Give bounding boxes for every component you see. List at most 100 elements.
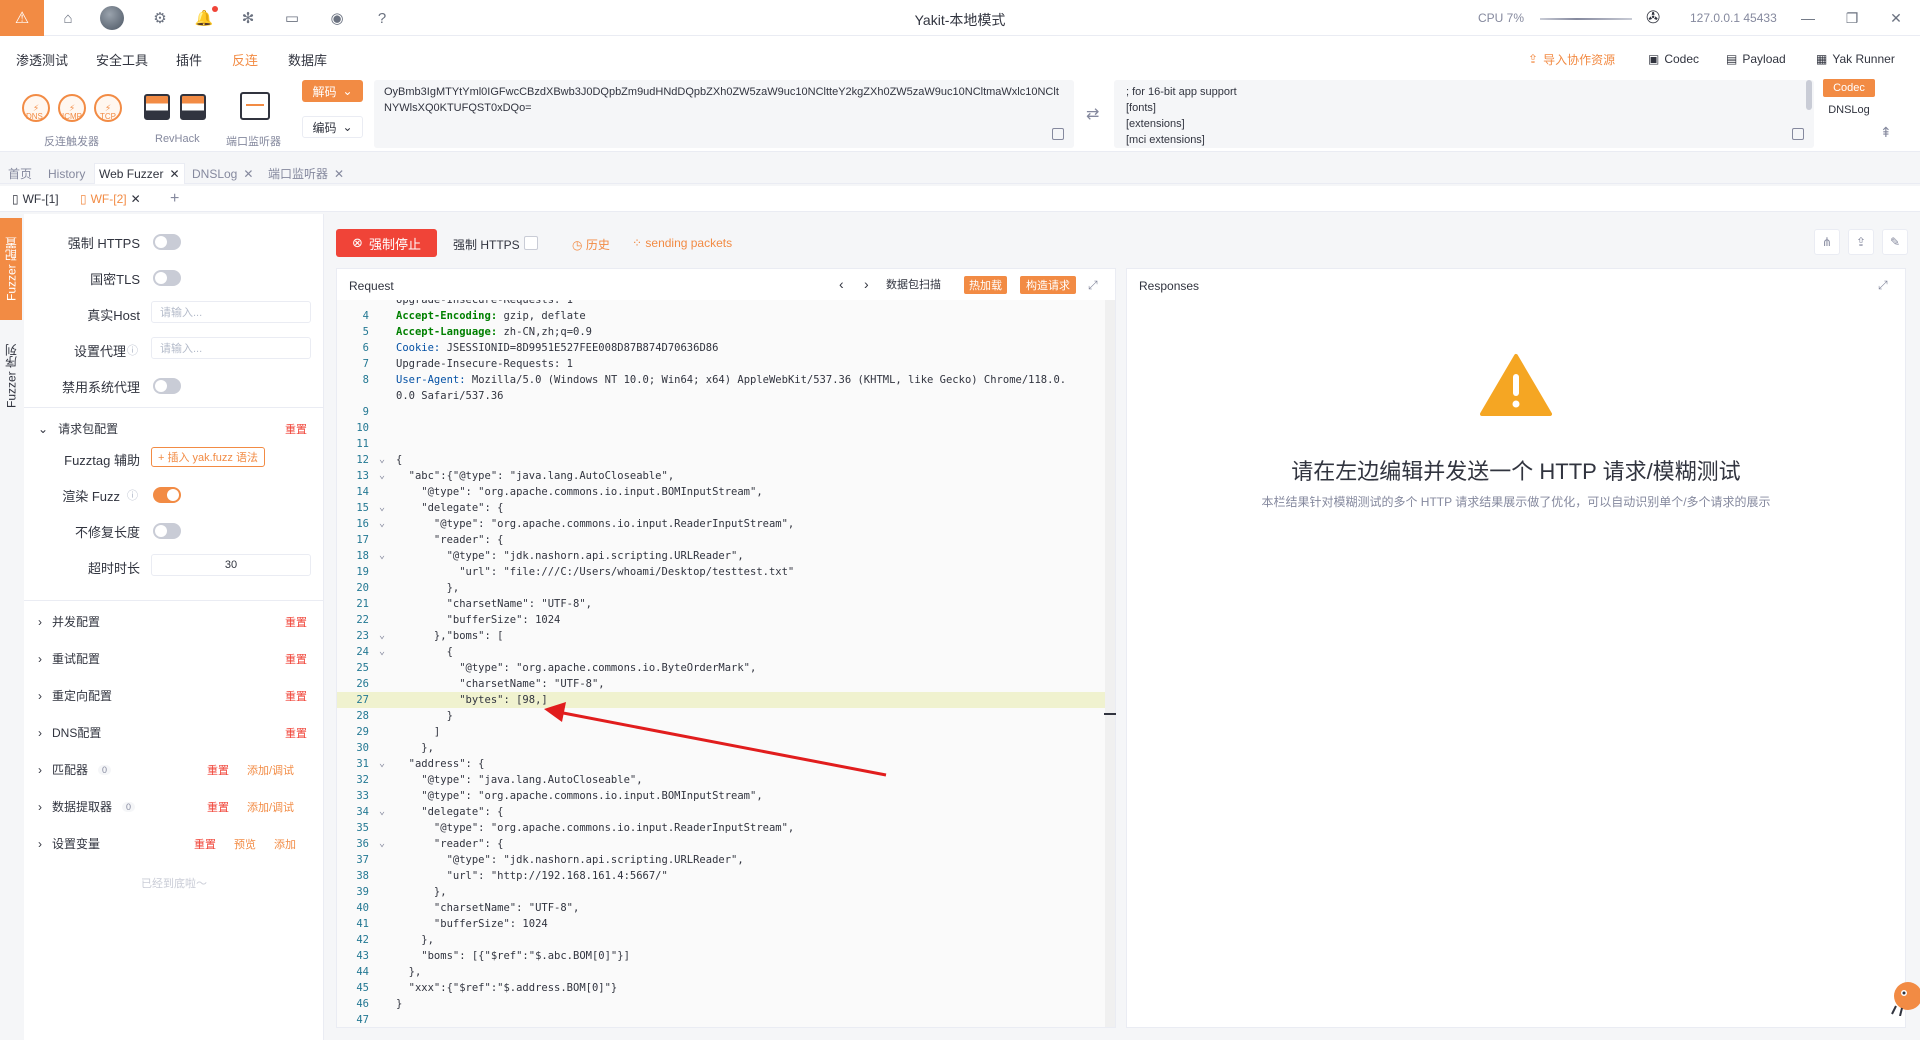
insert-fuzztag-button[interactable]: + 插入 yak.fuzz 语法	[151, 447, 265, 467]
sort-icon[interactable]: ⇞	[1880, 124, 1892, 141]
import-resource-button[interactable]: ⇪ 导入协作资源	[1528, 48, 1615, 70]
close-icon[interactable]: ✕	[1884, 6, 1908, 30]
payload-button[interactable]: ▤ Payload	[1726, 48, 1786, 70]
force-stop-button[interactable]: ⊗ 强制停止	[336, 229, 437, 257]
fold-chevron-icon[interactable]: ⌄	[379, 628, 387, 644]
reset-button[interactable]: 重置	[285, 421, 307, 437]
codec-button[interactable]: ▣ Codec	[1648, 48, 1699, 70]
preview-link[interactable]: 预览	[234, 836, 256, 852]
fold-chevron-icon[interactable]: ⌄	[379, 516, 387, 532]
revhack-client-icon[interactable]	[180, 94, 206, 120]
close-icon[interactable]: ✕	[243, 167, 253, 181]
side-codec-tab[interactable]: Codec	[1823, 79, 1875, 97]
fold-chevron-icon[interactable]: ⌄	[379, 756, 387, 772]
terminal-icon[interactable]: ▭	[280, 6, 304, 30]
camera-icon[interactable]: ◉	[325, 6, 349, 30]
encode-dropdown[interactable]: 编码 ⌄	[302, 116, 363, 138]
reset-button[interactable]: 重置	[194, 836, 216, 852]
redirect-config-header[interactable]: › 重定向配置	[38, 687, 112, 704]
concurrency-config-header[interactable]: › 并发配置	[38, 613, 100, 630]
swap-icon[interactable]: ⇄	[1086, 104, 1099, 124]
build-request-button[interactable]: 构造请求	[1020, 276, 1076, 294]
matcher-header[interactable]: › 匹配器 0	[38, 761, 112, 778]
menu-security-tools[interactable]: 安全工具	[96, 50, 148, 69]
fold-chevron-icon[interactable]: ⌄	[379, 804, 387, 820]
chevron-left-icon[interactable]: ‹	[839, 276, 844, 292]
tab-dnslog[interactable]: DNSLog ✕	[188, 163, 257, 184]
tab-history[interactable]: History	[44, 163, 89, 184]
menu-database[interactable]: 数据库	[288, 50, 327, 69]
subtab-wf-1[interactable]: ▯ WF-[1]	[8, 188, 63, 210]
port-listener-icon[interactable]	[240, 92, 270, 120]
yakit-logo-icon[interactable]: ⚠	[0, 0, 44, 36]
request-config-header[interactable]: ⌄ 请求包配置	[38, 420, 118, 437]
retry-config-header[interactable]: › 重试配置	[38, 650, 100, 667]
extractor-header[interactable]: › 数据提取器 0	[38, 798, 136, 815]
bug-icon[interactable]: ✻	[236, 6, 260, 30]
gm-tls-toggle[interactable]	[153, 270, 181, 286]
copy-icon[interactable]	[1052, 128, 1064, 140]
tab-home[interactable]: 首页	[4, 163, 36, 184]
home-icon[interactable]: ⌂	[56, 6, 80, 30]
set-variable-header[interactable]: › 设置变量	[38, 835, 100, 852]
force-https-checkbox[interactable]	[524, 236, 538, 250]
reset-button[interactable]: 重置	[285, 688, 307, 704]
yak-runner-button[interactable]: ▦ Yak Runner	[1816, 48, 1895, 70]
reset-button[interactable]: 重置	[207, 799, 229, 815]
real-host-input[interactable]: 请输入...	[151, 301, 311, 323]
output-scrollbar[interactable]	[1806, 80, 1812, 110]
revhack-server-icon[interactable]	[144, 94, 170, 120]
fold-chevron-icon[interactable]: ⌄	[379, 644, 387, 660]
menu-pentest[interactable]: 渗透测试	[16, 50, 68, 69]
packet-scan-button[interactable]: 数据包扫描	[886, 276, 941, 292]
add-tab-icon[interactable]: +	[166, 188, 183, 210]
menu-plugins[interactable]: 插件	[176, 50, 202, 69]
request-editor[interactable]: Upgrade-Insecure-Requests: 1 4 Accept-Enco…	[337, 300, 1115, 1027]
add-debug-link[interactable]: 添加/调试	[247, 762, 294, 778]
editor-scrollbar[interactable]	[1105, 300, 1115, 1027]
copy-icon[interactable]	[1792, 128, 1804, 140]
history-link[interactable]: ◷ 历史	[572, 236, 610, 253]
codec-input[interactable]: OyBmb3IgMTYtYml0IGFwcCBzdXBwb3J0DQpbZm9u…	[374, 80, 1074, 148]
reset-button[interactable]: 重置	[207, 762, 229, 778]
codec-output[interactable]: ; for 16-bit app support [fonts] [extens…	[1114, 80, 1814, 148]
info-icon[interactable]: ⓘ	[127, 487, 138, 503]
tab-web-fuzzer[interactable]: Web Fuzzer ✕	[94, 163, 185, 184]
disable-system-proxy-toggle[interactable]	[153, 378, 181, 394]
chevron-right-icon[interactable]: ›	[864, 276, 869, 292]
minimize-icon[interactable]: —	[1796, 6, 1820, 30]
fold-chevron-icon[interactable]: ⌄	[379, 548, 387, 564]
expand-icon[interactable]: ⤢	[1878, 278, 1888, 293]
help-icon[interactable]: ?	[370, 6, 394, 30]
decode-dropdown[interactable]: 解码 ⌄	[302, 80, 363, 102]
close-icon[interactable]: ✕	[334, 167, 344, 181]
proxy-input[interactable]: 请输入...	[151, 337, 311, 359]
fold-chevron-icon[interactable]: ⌄	[379, 468, 387, 484]
no-fix-length-toggle[interactable]	[153, 523, 181, 539]
add-variable-link[interactable]: 添加	[274, 836, 296, 852]
info-icon[interactable]: ⓘ	[127, 342, 138, 358]
reset-button[interactable]: 重置	[285, 614, 307, 630]
close-icon[interactable]: ✕	[131, 192, 141, 206]
close-icon[interactable]: ✕	[169, 167, 179, 181]
vtab-fuzzer-config[interactable]: Fuzzer 配置	[0, 218, 22, 320]
fold-chevron-icon[interactable]: ⌄	[379, 500, 387, 516]
fold-chevron-icon[interactable]: ⌄	[379, 452, 387, 468]
dns-config-header[interactable]: › DNS配置	[38, 724, 101, 741]
menu-reverse[interactable]: 反连	[232, 50, 258, 69]
expand-icon[interactable]: ⤢	[1088, 278, 1098, 293]
settings-icon[interactable]: ⚙	[148, 6, 172, 30]
avatar[interactable]	[100, 6, 124, 30]
timeout-input[interactable]: 30	[151, 554, 311, 576]
force-https-toggle[interactable]	[153, 234, 181, 250]
add-debug-link[interactable]: 添加/调试	[247, 799, 294, 815]
reset-button[interactable]: 重置	[285, 651, 307, 667]
hot-reload-button[interactable]: 热加载	[964, 276, 1007, 294]
render-fuzz-toggle[interactable]	[153, 487, 181, 503]
side-dnslog-tab[interactable]: DNSLog	[1823, 101, 1875, 119]
engine-icon[interactable]: ✇	[1646, 8, 1660, 28]
restore-icon[interactable]: ❐	[1840, 6, 1864, 30]
tab-port-listener[interactable]: 端口监听器 ✕	[264, 163, 348, 184]
reset-button[interactable]: 重置	[285, 725, 307, 741]
edit-icon[interactable]: ✎	[1882, 229, 1908, 255]
